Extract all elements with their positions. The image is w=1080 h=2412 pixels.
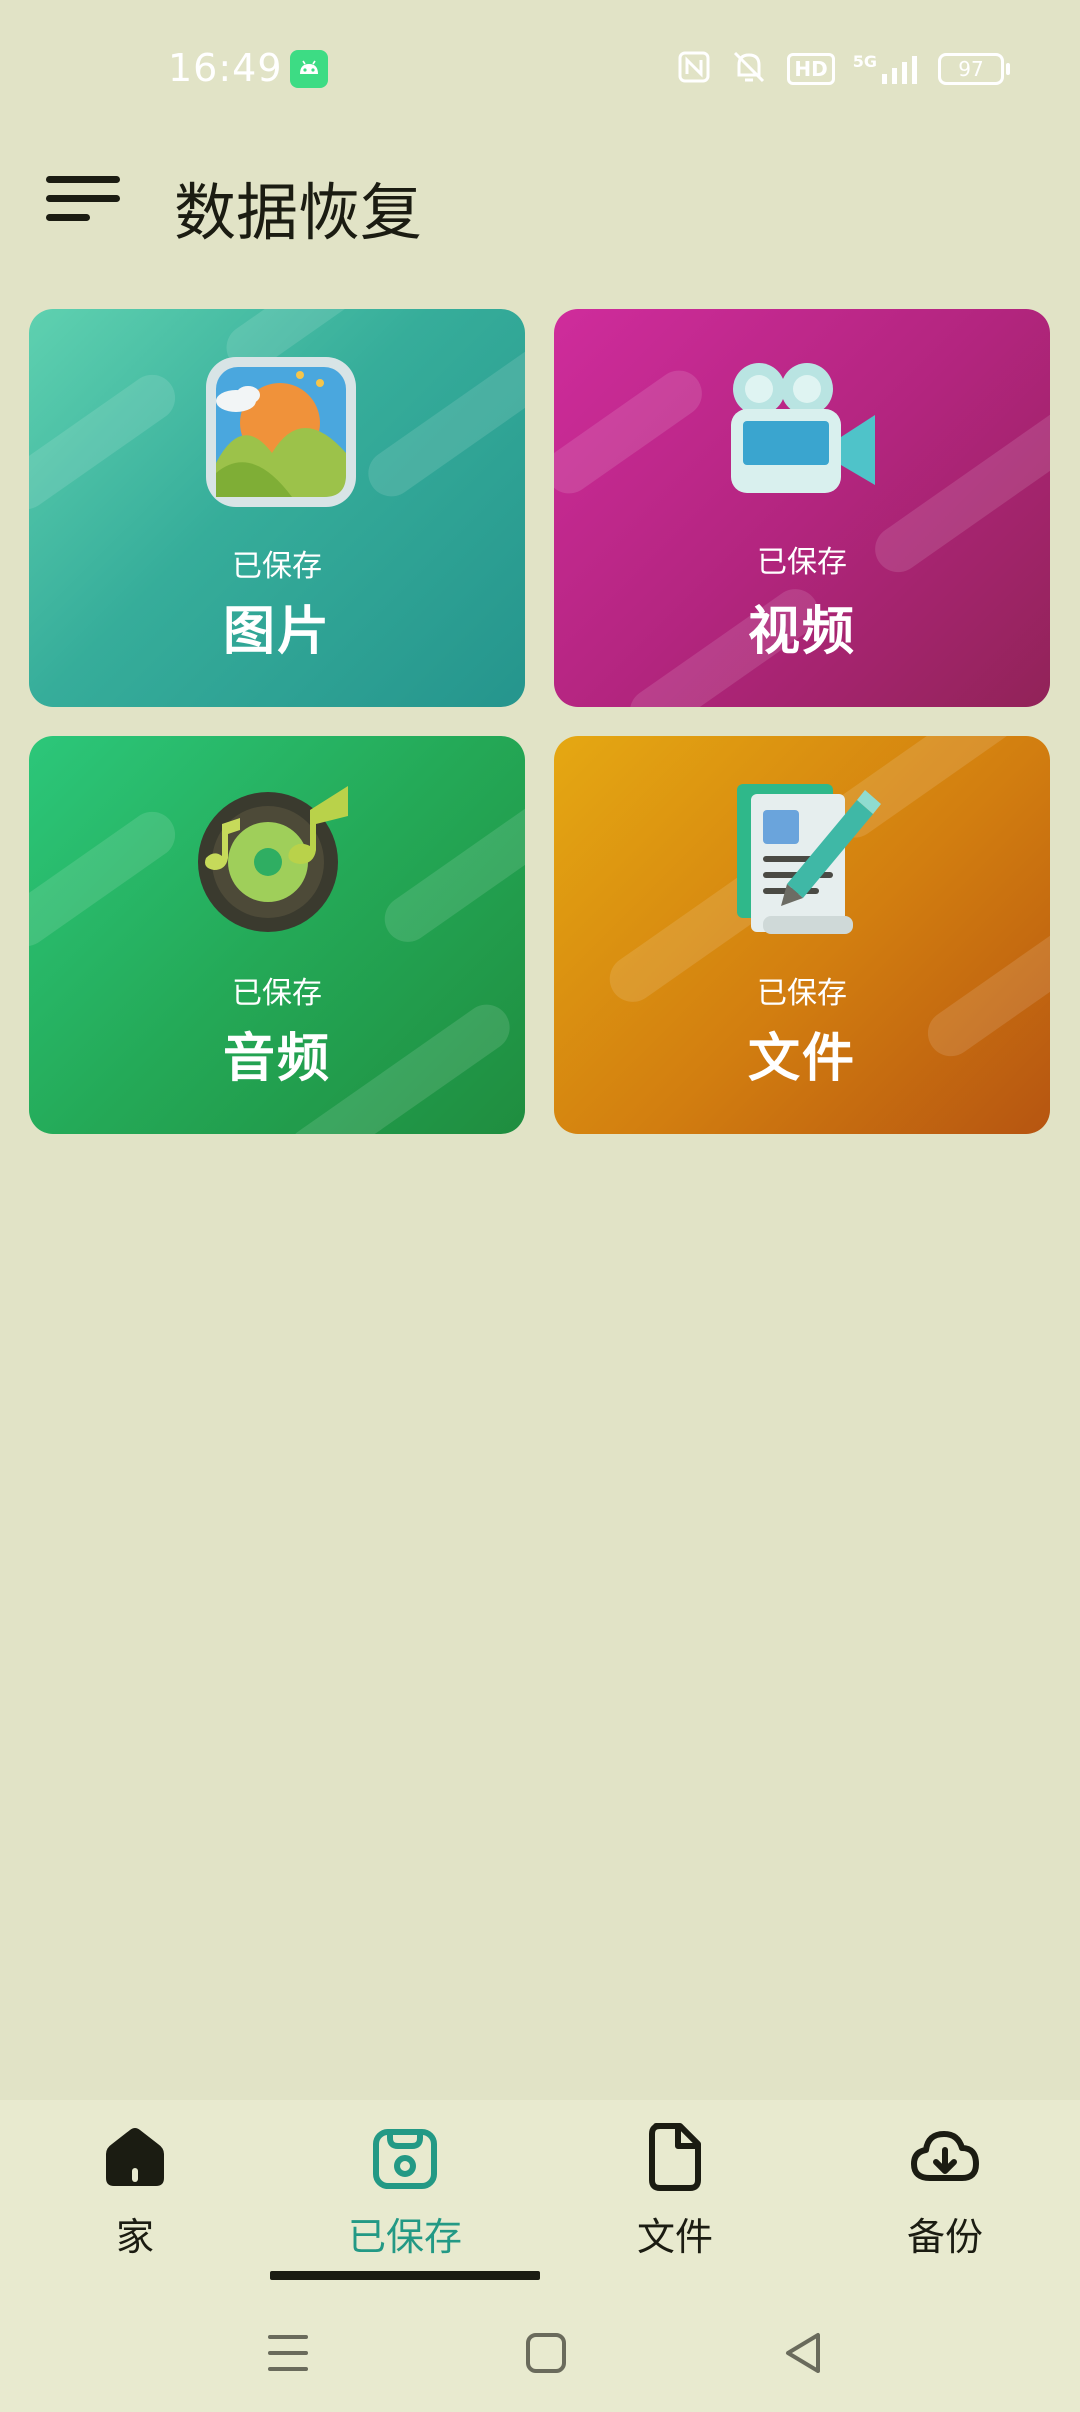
card-title: 视频 [747, 602, 856, 662]
card-subtitle: 已保存 [757, 545, 847, 580]
system-nav-bar [0, 2295, 1080, 2412]
card-pictures[interactable]: 已保存 图片 [29, 309, 525, 707]
nav-item-backup[interactable]: 备份 [845, 2122, 1045, 2282]
bottom-nav: 家 已保存 文件 备份 [0, 2100, 1080, 2295]
video-camera-icon [731, 363, 875, 493]
nav-label: 已保存 [347, 2215, 462, 2259]
battery-indicator: 97 [938, 53, 1010, 85]
card-audio[interactable]: 已保存 音频 [29, 736, 525, 1134]
menu-icon[interactable] [46, 176, 120, 222]
nav-label: 备份 [906, 2215, 983, 2259]
card-title: 文件 [747, 1029, 856, 1089]
card-videos[interactable]: 已保存 视频 [554, 309, 1050, 707]
card-files[interactable]: 已保存 文件 [554, 736, 1050, 1134]
cloud-download-icon [911, 2131, 979, 2181]
nav-label: 家 [115, 2215, 154, 2259]
nav-item-saved[interactable]: 已保存 [305, 2122, 505, 2282]
status-icons: HD 5G 97 [677, 48, 1010, 90]
nav-item-files[interactable]: 文件 [575, 2122, 775, 2282]
home-icon [106, 2128, 164, 2186]
signal-5g-icon: 5G [853, 54, 920, 84]
status-time: 16:49 [168, 46, 283, 90]
active-tab-indicator [270, 2271, 540, 2280]
back-icon[interactable] [774, 2323, 834, 2383]
picture-gallery-icon [206, 357, 356, 507]
android-notification-icon [290, 50, 328, 88]
page-title: 数据恢复 [174, 176, 423, 249]
file-icon [649, 2123, 701, 2191]
document-edit-icon [737, 784, 881, 934]
card-title: 音频 [222, 1029, 331, 1089]
card-title: 图片 [222, 602, 331, 662]
nav-label: 文件 [636, 2215, 713, 2259]
recent-apps-icon[interactable] [258, 2323, 318, 2383]
card-subtitle: 已保存 [232, 976, 322, 1011]
card-subtitle: 已保存 [232, 549, 322, 584]
network-type-label: 5G [852, 52, 877, 71]
hd-badge: HD [787, 53, 835, 85]
nav-item-home[interactable]: 家 [35, 2122, 235, 2282]
saved-bag-icon [373, 2129, 437, 2189]
home-button-icon[interactable] [516, 2323, 576, 2383]
mute-bell-icon [729, 49, 769, 90]
status-bar: 16:49 HD 5G 97 [0, 0, 1080, 140]
nfc-icon [677, 50, 711, 89]
card-subtitle: 已保存 [757, 976, 847, 1011]
music-disc-icon [198, 786, 348, 932]
